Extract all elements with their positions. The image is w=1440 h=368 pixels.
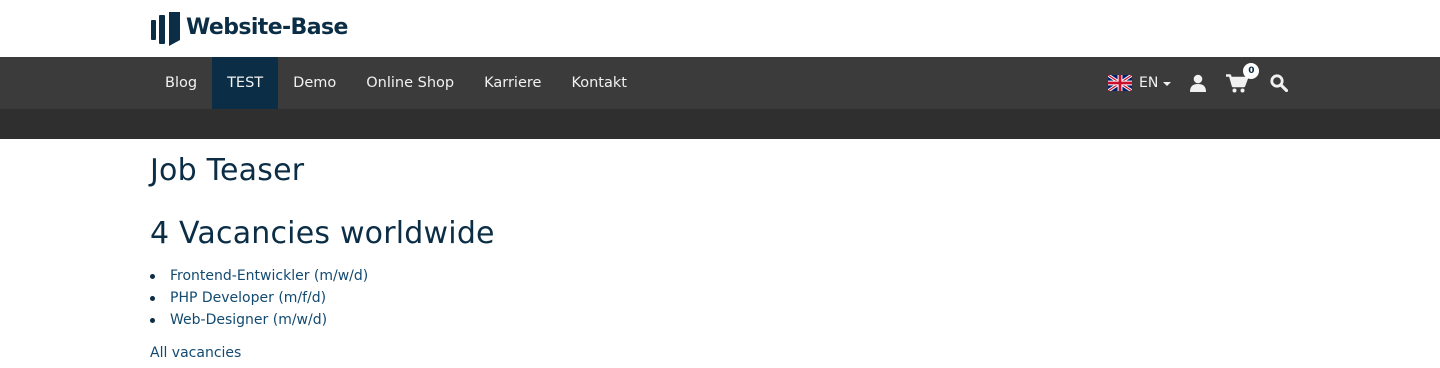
job-link-webdesigner[interactable]: Web-Designer (m/w/d) [170,312,327,328]
nav-item-blog[interactable]: Blog [150,57,212,109]
sub-navbar [0,109,1440,139]
bullet-icon [150,295,155,301]
language-switcher[interactable]: EN [1108,75,1172,91]
job-link-frontend[interactable]: Frontend-Entwickler (m/w/d) [170,268,368,284]
cart-count-badge: 0 [1243,62,1260,79]
list-item: Web-Designer (m/w/d) [150,309,368,331]
nav-item-demo[interactable]: Demo [278,57,351,109]
brand-name: Website-Base [186,15,348,40]
brand-bars-icon [151,12,180,46]
site-header: Website-Base [0,0,1440,57]
nav-tools: EN 0 [1108,57,1289,109]
list-item: Frontend-Entwickler (m/w/d) [150,265,368,287]
nav-item-online-shop[interactable]: Online Shop [351,57,469,109]
cart-button[interactable]: 0 [1226,62,1260,93]
vacancies-heading: 4 Vacancies worldwide [150,216,495,251]
job-link-php[interactable]: PHP Developer (m/f/d) [170,290,326,306]
uk-flag-icon [1108,75,1132,91]
user-icon[interactable] [1190,74,1207,92]
chevron-down-icon [1163,82,1172,86]
brand-logo[interactable]: Website-Base [150,10,348,46]
language-code: EN [1139,75,1159,91]
bullet-icon [150,273,155,279]
job-list: Frontend-Entwickler (m/w/d) PHP Develope… [150,265,368,331]
list-item: PHP Developer (m/f/d) [150,287,368,309]
nav-menu: Blog TEST Demo Online Shop Karriere Kont… [150,57,642,109]
nav-item-test[interactable]: TEST [212,57,279,109]
nav-item-karriere[interactable]: Karriere [469,57,556,109]
bullet-icon [150,317,155,323]
search-icon[interactable] [1270,74,1289,92]
page-title: Job Teaser [150,153,305,188]
main-navbar: Blog TEST Demo Online Shop Karriere Kont… [0,57,1440,109]
all-vacancies-link[interactable]: All vacancies [150,345,241,361]
nav-item-kontakt[interactable]: Kontakt [556,57,642,109]
